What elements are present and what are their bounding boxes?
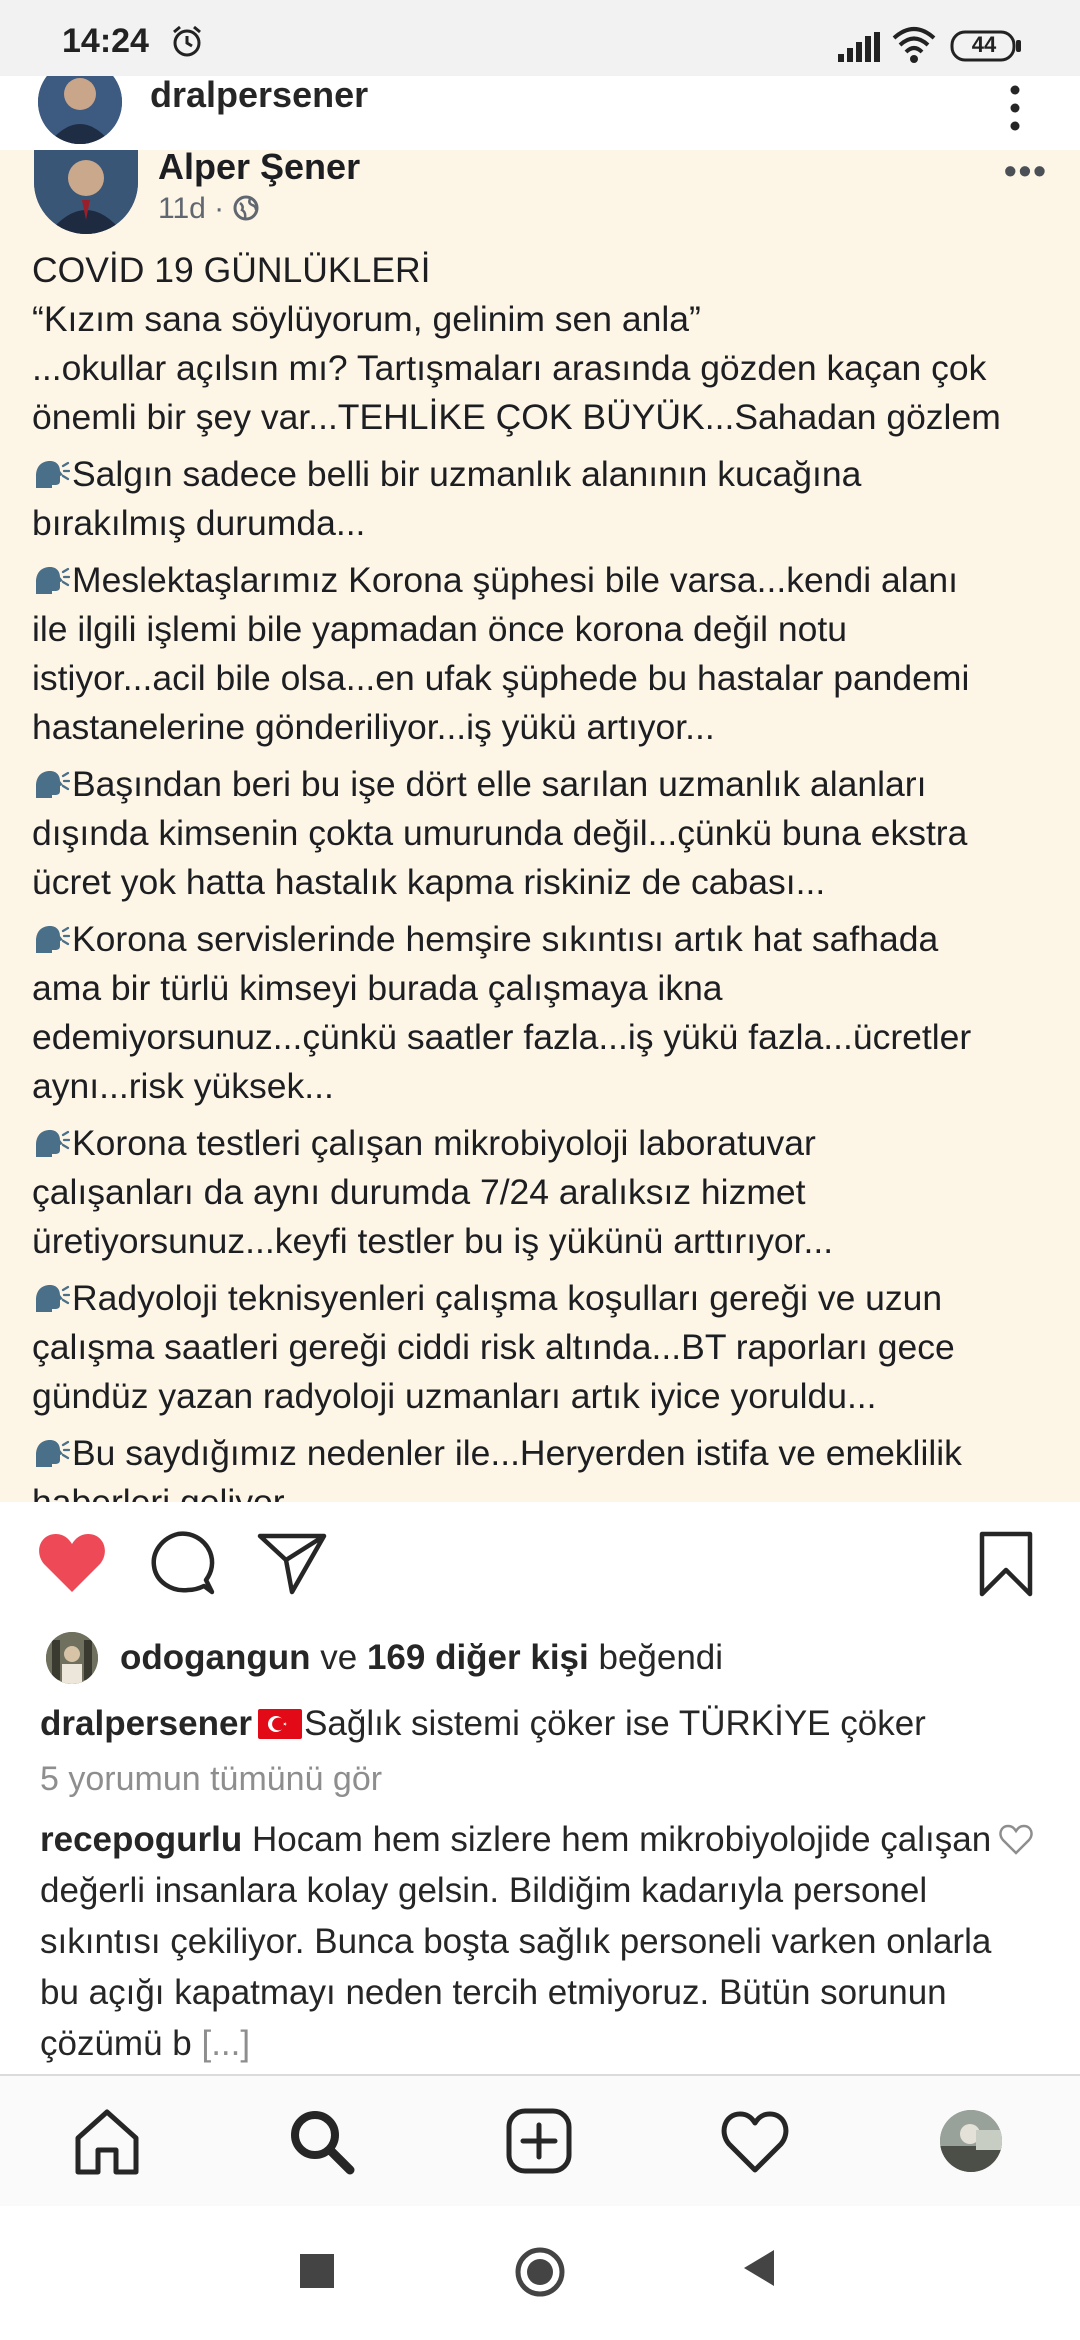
speaking-head-icon	[36, 567, 70, 594]
status-time: 14:24	[62, 22, 149, 60]
comment-more[interactable]: [...]	[201, 2024, 250, 2063]
author-avatar	[34, 150, 138, 234]
profile-avatar[interactable]	[940, 2110, 1002, 2172]
comment-username[interactable]: recepogurlu	[40, 1820, 242, 1859]
post-image[interactable]: Alper Şener 11d · ••• COVİD 19 GÜNLÜKLER…	[0, 150, 1080, 1502]
likes-others[interactable]: 169 diğer kişi	[367, 1638, 589, 1677]
system-nav	[0, 2206, 1080, 2340]
status-bar: 14:24 44	[0, 0, 1080, 76]
text-line: dışında kimsenin çokta umurunda değil...…	[32, 813, 968, 853]
bullet-paragraph: Korona servislerinde hemşire sıkıntısı a…	[32, 915, 1062, 1111]
text-line: haberleri geliyor...	[32, 1482, 313, 1502]
speaking-head-icon	[36, 461, 70, 488]
text-line: istiyor...acil bile olsa...en ufak şüphe…	[32, 658, 970, 698]
text-line: bırakılmış durumda...	[32, 503, 366, 543]
post-username[interactable]: dralpersener	[150, 76, 368, 116]
bullet-paragraph: Salgın sadece belli bir uzmanlık alanını…	[32, 450, 1062, 548]
text-line: Korona servislerinde hemşire sıkıntısı a…	[72, 919, 939, 959]
intro-paragraph: COVİD 19 GÜNLÜKLERİ “Kızım sana söylüyoru…	[32, 246, 1062, 442]
speaking-head-icon	[36, 771, 70, 798]
speaking-head-icon	[36, 1130, 70, 1157]
turkey-flag-icon	[258, 1709, 303, 1739]
text-line: Başından beri bu işe dört elle sarılan u…	[72, 764, 927, 804]
search-icon[interactable]	[286, 2106, 356, 2176]
avatar[interactable]	[38, 76, 122, 144]
battery-level: 44	[971, 32, 997, 57]
view-all-comments-link[interactable]: 5 yorumun tümünü gör	[40, 1760, 382, 1799]
activity-heart-icon[interactable]	[720, 2106, 790, 2176]
new-post-icon[interactable]	[504, 2106, 574, 2176]
home-icon[interactable]	[72, 2106, 142, 2176]
text-line: çalışma saatleri gereği ciddi risk altın…	[32, 1327, 955, 1367]
post-time: 11d ·	[158, 192, 225, 225]
globe-icon	[233, 195, 259, 221]
liker-avatar	[46, 1632, 98, 1684]
likes-suffix: beğendi	[598, 1638, 724, 1677]
comment: recepogurlu Hocam hem sizlere hem mikrob…	[40, 1814, 1000, 2069]
bullet-paragraph: Korona testleri çalışan mikrobiyoloji la…	[32, 1119, 1062, 1266]
post-actions	[0, 1530, 1080, 1610]
text-line: Meslektaşlarımız Korona şüphesi bile var…	[72, 560, 958, 600]
alarm-icon	[173, 25, 201, 57]
post-header: dralpersener	[0, 76, 1080, 151]
bullet-paragraph: Meslektaşlarımız Korona şüphesi bile var…	[32, 556, 1062, 752]
system-home-icon[interactable]	[514, 2246, 566, 2298]
text-line: “Kızım sana söylüyorum, gelinim sen anla…	[32, 299, 701, 339]
text-line: edemiyorsunuz...çünkü saatler fazla...iş…	[32, 1017, 972, 1057]
text-line: COVİD 19 GÜNLÜKLERİ	[32, 250, 431, 290]
text-line: gündüz yazan radyoloji uzmanları artık i…	[32, 1376, 877, 1416]
text-line: ile ilgili işlemi bile yapmadan önce kor…	[32, 609, 847, 649]
text-line: Salgın sadece belli bir uzmanlık alanını…	[72, 454, 862, 494]
likes-connector: ve	[320, 1638, 358, 1677]
author-name: Alper Şener	[158, 150, 361, 187]
text-line: Radyoloji teknisyenleri çalışma koşullar…	[72, 1278, 943, 1318]
text-line: ...okullar açılsın mı? Tartışmaları aras…	[32, 348, 987, 388]
wifi-icon	[892, 27, 936, 63]
post-text: COVİD 19 GÜNLÜKLERİ “Kızım sana söylüyoru…	[32, 246, 1062, 1502]
speaking-head-icon	[36, 1285, 70, 1312]
text-line: ama bir türlü kimseyi burada çalışmaya i…	[32, 968, 723, 1008]
back-icon[interactable]	[738, 2246, 778, 2290]
share-icon[interactable]	[256, 1530, 328, 1596]
post-meta: 11d ·	[158, 192, 260, 226]
bullet-paragraph: Başından beri bu işe dört elle sarılan u…	[32, 760, 1062, 907]
likes-row[interactable]: odogangun ve 169 diğer kişi beğendi	[46, 1632, 1046, 1688]
text-line: hastanelerine gönderiliyor...iş yükü art…	[32, 707, 715, 747]
caption: dralpersener Sağlık sistemi çöker ise TÜR…	[40, 1698, 926, 1750]
recent-apps-icon[interactable]	[300, 2254, 334, 2288]
comment-icon[interactable]	[150, 1530, 216, 1596]
text-line: ücret yok hatta hastalık kapma riskiniz …	[32, 862, 826, 902]
signal-icon	[838, 32, 880, 62]
text-line: aynı...risk yüksek...	[32, 1066, 334, 1106]
bullet-paragraph: Bu saydığımız nedenler ile...Heryerden i…	[32, 1429, 1062, 1502]
bottom-nav	[0, 2074, 1080, 2208]
more-options-icon[interactable]	[1000, 76, 1030, 146]
liker-username[interactable]: odogangun	[120, 1638, 311, 1677]
speaking-head-icon	[36, 1440, 70, 1467]
text-line: üretiyorsunuz...keyfi testler bu iş yükü…	[32, 1221, 834, 1261]
bullet-paragraph: Radyoloji teknisyenleri çalışma koşullar…	[32, 1274, 1062, 1421]
speaking-head-icon	[36, 926, 70, 953]
comment-like-icon[interactable]	[998, 1824, 1034, 1856]
text-line: Korona testleri çalışan mikrobiyoloji la…	[72, 1123, 816, 1163]
like-heart-icon[interactable]	[36, 1530, 108, 1596]
caption-text: Sağlık sistemi çöker ise TÜRKİYE çöker	[304, 1704, 926, 1743]
likes-text: odogangun ve 169 diğer kişi beğendi	[120, 1632, 723, 1684]
caption-username[interactable]: dralpersener	[40, 1704, 252, 1743]
fb-more-icon: •••	[1004, 150, 1048, 191]
bookmark-icon[interactable]	[978, 1530, 1034, 1598]
text-line: çalışanları da aynı durumda 7/24 aralıks…	[32, 1172, 806, 1212]
text-line: önemli bir şey var...TEHLİKE ÇOK BÜYÜK..…	[32, 397, 1001, 437]
text-line: Bu saydığımız nedenler ile...Heryerden i…	[72, 1433, 962, 1473]
